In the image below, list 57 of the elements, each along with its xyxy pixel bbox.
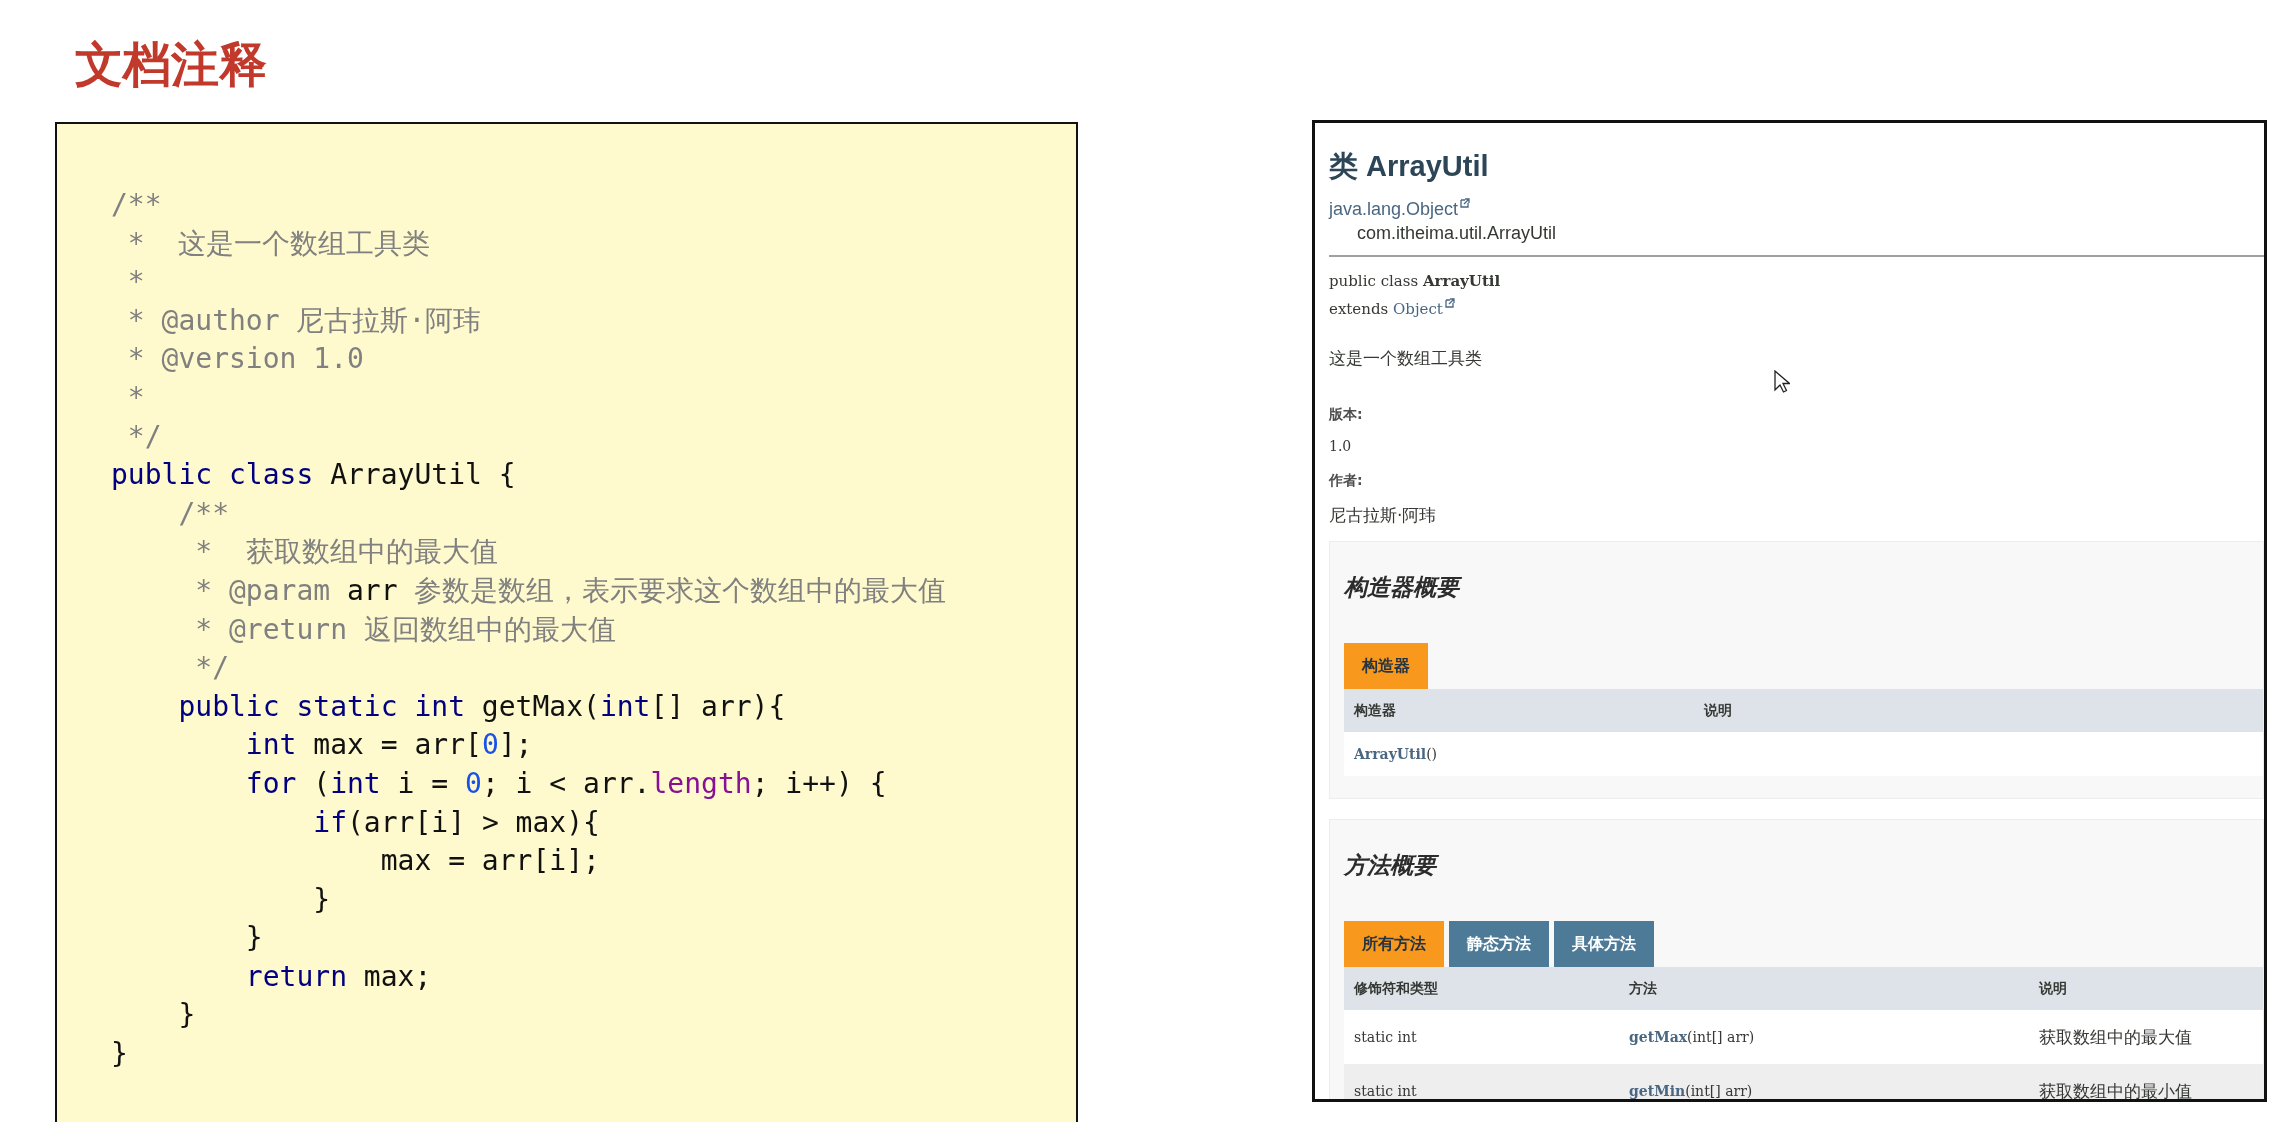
class-description: 这是一个数组工具类 bbox=[1329, 347, 1482, 370]
code-line: } bbox=[244, 920, 263, 957]
class-declaration: public class ArrayUtil bbox=[1329, 271, 1501, 292]
column-header: 修饰符和类型 bbox=[1354, 979, 1438, 998]
version-label: 版本: bbox=[1329, 406, 1363, 424]
slide-title: 文档注释 bbox=[75, 35, 267, 94]
external-link-icon bbox=[1460, 198, 1471, 208]
summary-tab[interactable]: 具体方法 bbox=[1554, 921, 1654, 967]
column-header: 构造器 bbox=[1354, 701, 1396, 720]
code-line: } bbox=[111, 1036, 128, 1073]
code-line: * @return 返回数组中的最大值 bbox=[194, 611, 616, 648]
code-line: return max; bbox=[244, 958, 432, 995]
code-line: /** bbox=[177, 495, 229, 532]
superclass-link[interactable]: java.lang.Object bbox=[1329, 199, 1459, 219]
author-label: 作者: bbox=[1329, 472, 1363, 490]
code-line: */ bbox=[126, 418, 162, 455]
constructor-link[interactable]: ArrayUtil bbox=[1354, 746, 1427, 762]
code-line: * bbox=[126, 264, 145, 301]
extends-keyword: extends bbox=[1329, 300, 1390, 318]
code-line: * 获取数组中的最大值 bbox=[194, 534, 498, 571]
code-line: } bbox=[177, 997, 196, 1034]
constructor-params: () bbox=[1426, 746, 1438, 762]
modifier-cell: static int bbox=[1354, 1029, 1417, 1045]
summary-tab[interactable]: 静态方法 bbox=[1449, 921, 1549, 967]
version-value: 1.0 bbox=[1329, 438, 1352, 454]
code-line: * 这是一个数组工具类 bbox=[126, 225, 431, 262]
author-value: 尼古拉斯·阿玮 bbox=[1329, 504, 1437, 527]
code-line: max = arr[i]; bbox=[379, 843, 600, 880]
method-link[interactable]: getMax bbox=[1629, 1029, 1688, 1045]
column-header: 方法 bbox=[1629, 979, 1657, 998]
column-header: 说明 bbox=[1704, 701, 1732, 720]
description-cell: 获取数组中的最小值 bbox=[2039, 1079, 2192, 1099]
code-line: */ bbox=[194, 650, 229, 687]
summary-tab[interactable]: 构造器 bbox=[1344, 643, 1428, 689]
code-line: int max = arr[0]; bbox=[244, 727, 533, 764]
external-link-icon bbox=[1444, 298, 1455, 308]
code-line: if(arr[i] > max){ bbox=[312, 804, 600, 841]
code-line: * @version 1.0 bbox=[126, 341, 364, 378]
code-line: * @param arr 参数是数组，表示要求这个数组中的最大值 bbox=[194, 572, 947, 609]
modifier-cell: static int bbox=[1354, 1083, 1417, 1099]
mouse-cursor-icon bbox=[1774, 370, 1790, 394]
object-link[interactable]: Object bbox=[1393, 300, 1443, 318]
method-link[interactable]: getMin bbox=[1629, 1083, 1686, 1099]
code-line: * @author 尼古拉斯·阿玮 bbox=[126, 302, 482, 339]
method-params: (int[] arr) bbox=[1687, 1029, 1755, 1045]
description-cell: 获取数组中的最大值 bbox=[2039, 1025, 2192, 1049]
method-params: (int[] arr) bbox=[1685, 1083, 1753, 1099]
class-title: 类 ArrayUtil bbox=[1329, 149, 1489, 184]
code-line: /** bbox=[111, 187, 162, 223]
code-line: public static int getMax(int[] arr){ bbox=[177, 688, 786, 725]
summary-tab[interactable]: 所有方法 bbox=[1344, 921, 1444, 967]
class-path: com.itheima.util.ArrayUtil bbox=[1357, 222, 1557, 245]
code-line: public class ArrayUtil { bbox=[111, 457, 516, 494]
column-header: 说明 bbox=[2039, 979, 2067, 998]
code-line: for (int i = 0; i < arr.length; i++) { bbox=[244, 765, 887, 802]
code-line: * bbox=[126, 379, 145, 416]
code-line: } bbox=[312, 881, 331, 918]
